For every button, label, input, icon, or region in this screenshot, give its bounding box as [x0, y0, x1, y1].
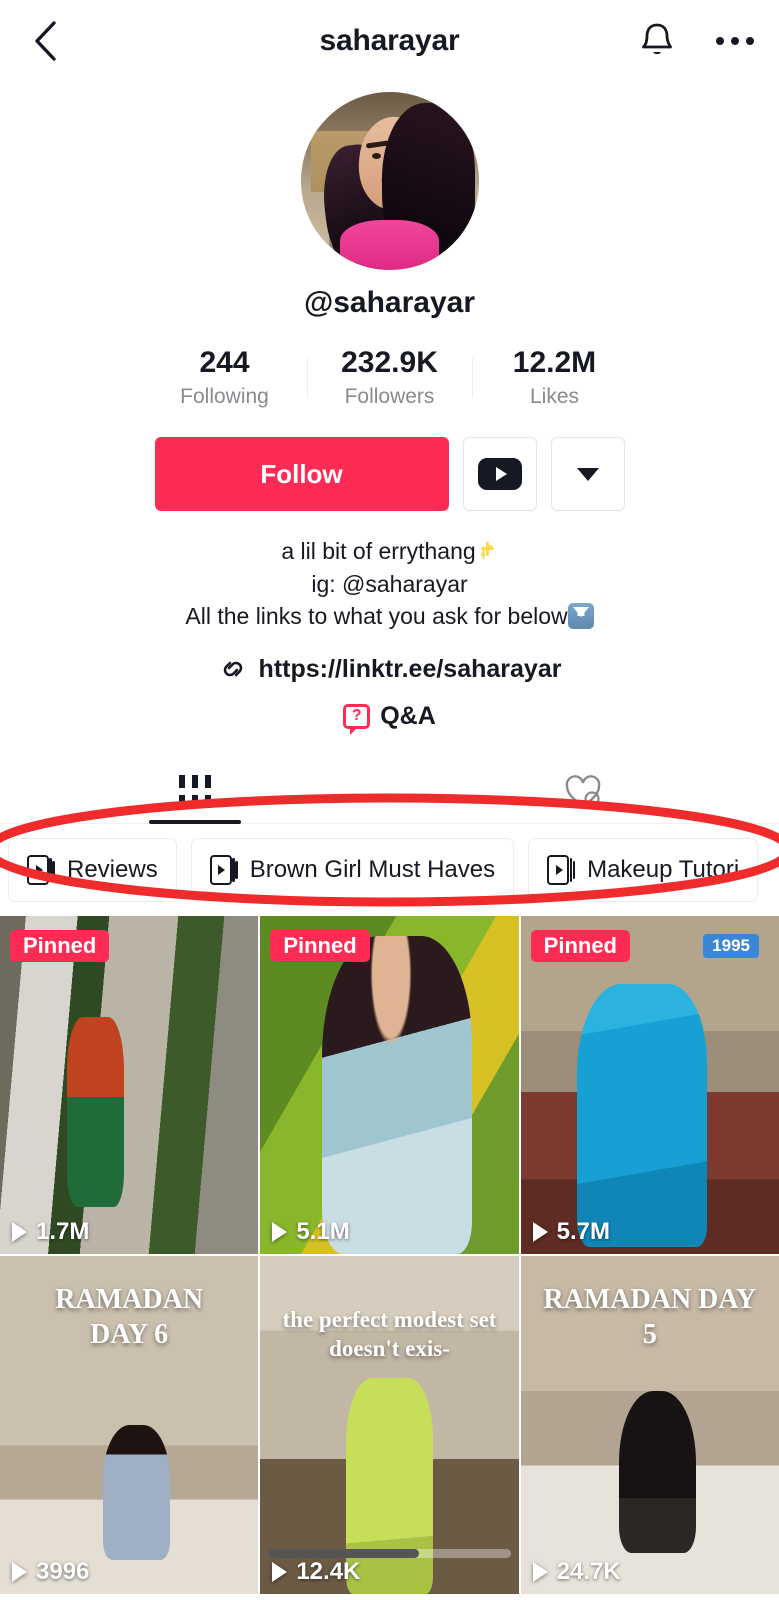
playlist-chip-brown-girl-must-haves[interactable]: Brown Girl Must Haves — [190, 837, 515, 902]
pinned-badge: Pinned — [530, 929, 630, 962]
profile-bio: a lil bit of errythang ig: @saharayar Al… — [0, 535, 779, 633]
playlist-label: Brown Girl Must Haves — [249, 855, 496, 883]
stat-likes[interactable]: 12.2M Likes — [473, 346, 637, 409]
stat-value: 244 — [199, 346, 250, 379]
video-tile[interactable]: Pinned 1995 5.7M — [520, 915, 779, 1254]
follow-button[interactable]: Follow — [154, 437, 449, 511]
active-tab-indicator — [148, 819, 241, 824]
playlist-label: Reviews — [67, 855, 158, 883]
bio-line-2: ig: @saharayar — [311, 570, 468, 597]
playlist-icon — [547, 854, 576, 885]
app-header: saharayar — [0, 0, 779, 82]
bell-icon — [642, 23, 672, 55]
question-bubble-icon: ? — [343, 703, 371, 735]
chevron-left-icon — [35, 21, 56, 61]
qa-label: Q&A — [380, 701, 436, 730]
video-overlay-text: RAMADAN DAY 6 — [55, 1283, 204, 1350]
view-count-text: 12.4K — [296, 1557, 361, 1585]
play-icon — [532, 1561, 548, 1582]
chevron-down-icon — [576, 467, 599, 481]
sparkles-emoji — [475, 540, 498, 562]
playlist-chip-reviews[interactable]: Reviews — [8, 837, 177, 902]
youtube-icon — [477, 458, 522, 490]
video-tile[interactable]: RAMADAN DAY 5 24.7K — [520, 1255, 779, 1594]
more-options-button[interactable] — [713, 19, 757, 63]
stat-followers[interactable]: 232.9K Followers — [308, 346, 472, 409]
video-tile[interactable]: Pinned 5.1M — [260, 915, 519, 1254]
bio-link-row[interactable]: https://linktr.ee/saharayar — [0, 655, 779, 684]
play-icon — [272, 1221, 288, 1242]
bio-line-1-text: a lil bit of errythang — [281, 538, 476, 564]
tab-videos[interactable] — [0, 761, 390, 823]
down-arrow-emoji — [567, 603, 594, 630]
play-icon — [12, 1561, 27, 1582]
view-count-text: 24.7K — [556, 1557, 621, 1585]
link-icon — [223, 662, 242, 677]
notifications-button[interactable] — [635, 19, 679, 63]
year-sticker: 1995 — [703, 933, 759, 958]
view-count: 1.7M — [12, 1218, 89, 1246]
pinned-badge: Pinned — [10, 929, 110, 962]
view-count-text: 3996 — [36, 1557, 90, 1585]
video-tile[interactable]: RAMADAN DAY 6 3996 — [0, 1255, 259, 1594]
playlist-label: Makeup Tutori — [587, 855, 740, 883]
profile-actions: Follow — [0, 437, 779, 511]
view-count: 3996 — [12, 1558, 89, 1586]
view-count-text: 5.1M — [296, 1217, 350, 1245]
tab-liked[interactable] — [390, 761, 779, 823]
stat-label: Followers — [344, 385, 435, 408]
playlist-icon — [209, 854, 238, 885]
stat-following[interactable]: 244 Following — [143, 346, 307, 409]
play-icon — [12, 1221, 27, 1242]
youtube-link-button[interactable] — [462, 437, 537, 511]
view-count: 5.1M — [272, 1217, 350, 1246]
avatar-container — [0, 92, 779, 270]
qa-row[interactable]: ? Q&A — [0, 701, 779, 735]
video-overlay-text: the perfect modest set doesn't exis- — [282, 1306, 497, 1361]
profile-stats: 244 Following 232.9K Followers 12.2M Lik… — [0, 346, 779, 409]
view-count: 12.4K — [272, 1558, 360, 1586]
playlist-chip-makeup-tutorials[interactable]: Makeup Tutori — [528, 837, 759, 902]
stat-value: 232.9K — [341, 346, 438, 379]
bio-line-3: All the links to what you ask for below — [0, 600, 779, 633]
avatar-eye-left — [371, 152, 381, 159]
view-count: 24.7K — [532, 1557, 621, 1586]
stat-label: Following — [180, 385, 269, 408]
grid-icon — [178, 775, 211, 809]
profile-tabs — [0, 761, 779, 824]
stat-label: Likes — [529, 385, 580, 408]
play-icon — [532, 1221, 548, 1242]
profile-handle: @saharayar — [303, 286, 476, 319]
bio-line-3-text: All the links to what you ask for below — [185, 603, 568, 630]
playlist-chips[interactable]: Reviews Brown Girl Must Haves Makeup Tut… — [0, 824, 779, 916]
video-grid: Pinned 1.7M Pinned 5.1M Pinned 1995 5.7M… — [0, 915, 779, 1594]
playlist-icon — [27, 854, 55, 885]
view-count-text: 1.7M — [36, 1217, 90, 1245]
tiktok-profile-screen: saharayar @saharayar 244 Following 232.9… — [0, 0, 779, 1600]
video-progress-scrubber[interactable] — [268, 1548, 511, 1558]
video-overlay-text: RAMADAN DAY 5 — [543, 1283, 757, 1350]
pinned-badge: Pinned — [270, 929, 370, 962]
view-count: 5.7M — [532, 1217, 611, 1246]
video-tile[interactable]: Pinned 1.7M — [0, 915, 259, 1254]
header-actions — [635, 19, 757, 63]
bio-line-1: a lil bit of errythang — [0, 535, 779, 568]
video-tile[interactable]: the perfect modest set doesn't exis- 12.4… — [260, 1255, 519, 1594]
heart-slash-icon — [564, 774, 604, 810]
back-button[interactable] — [22, 18, 68, 64]
more-actions-button[interactable] — [550, 437, 625, 511]
avatar-pink-top — [339, 220, 440, 270]
view-count-text: 5.7M — [556, 1217, 611, 1245]
play-icon — [272, 1561, 288, 1582]
stat-value: 12.2M — [512, 346, 597, 379]
avatar[interactable] — [300, 92, 479, 270]
bio-link[interactable]: https://linktr.ee/saharayar — [259, 655, 562, 684]
more-options-icon — [716, 37, 754, 45]
